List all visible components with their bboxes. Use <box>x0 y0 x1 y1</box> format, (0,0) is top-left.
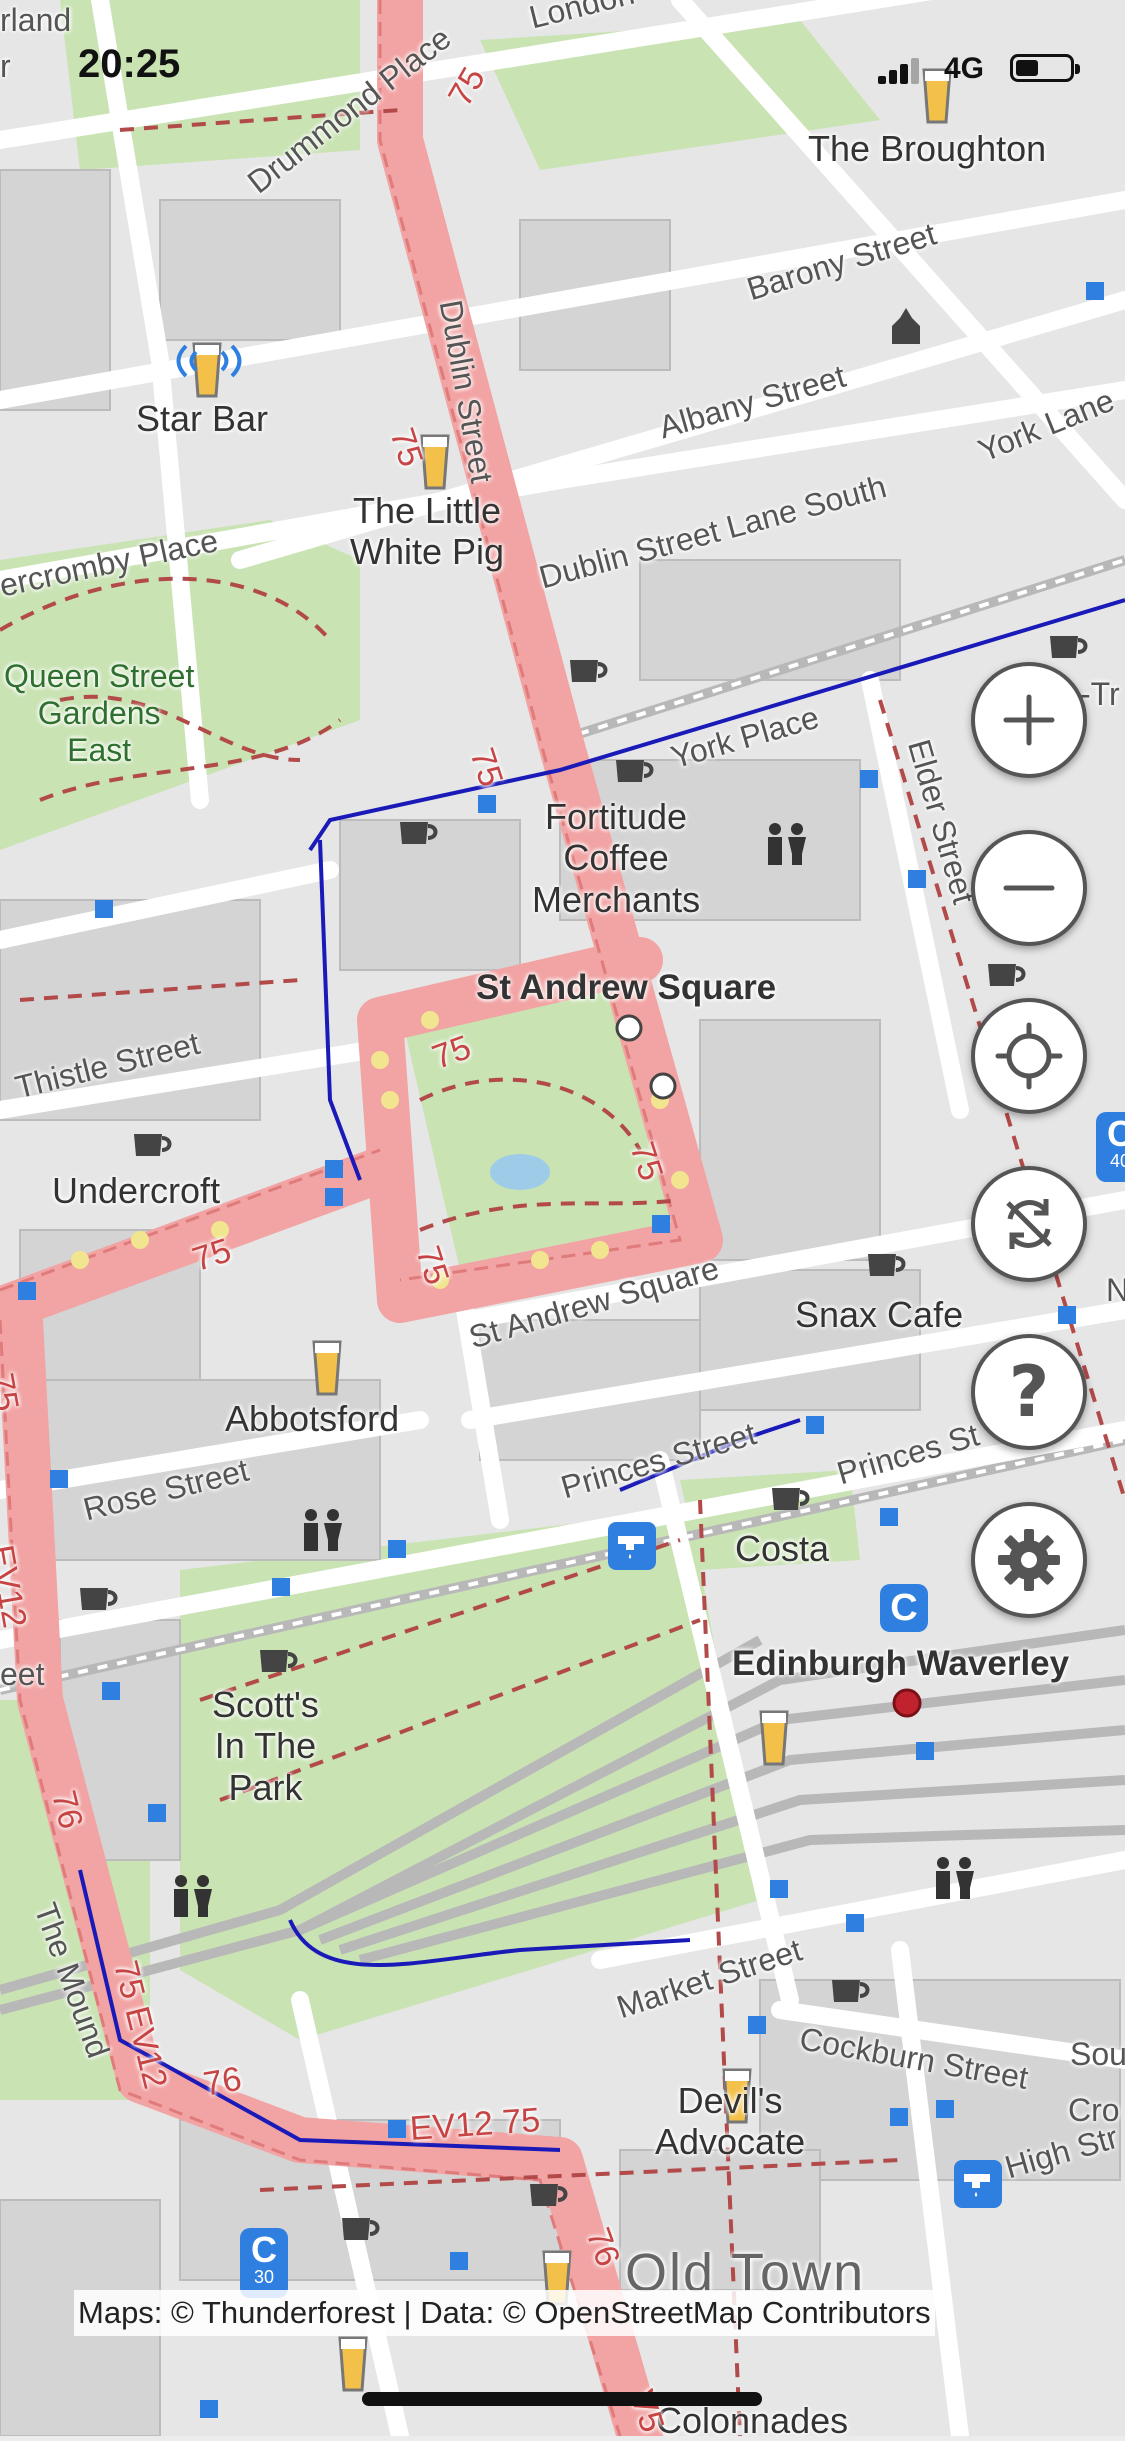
drinking-water-icon[interactable] <box>608 1522 656 1575</box>
cafe-icon[interactable] <box>132 1130 172 1165</box>
locate-button[interactable] <box>971 998 1087 1114</box>
place-label-the-broughton[interactable]: The Broughton <box>808 128 1046 169</box>
pub-icon[interactable] <box>336 2336 370 2397</box>
cafe-icon[interactable] <box>866 1250 906 1285</box>
bus-badge-letter: C <box>1107 1113 1125 1154</box>
cafe-icon[interactable] <box>78 1584 118 1619</box>
cafe-icon[interactable] <box>568 656 608 691</box>
locate-icon <box>995 1022 1063 1090</box>
network-type: 4G <box>944 52 985 85</box>
place-label-little-white-pig[interactable]: The Little White Pig <box>350 490 504 573</box>
street-label: Cro <box>1068 2092 1120 2128</box>
place-label-edinburgh-waverley[interactable]: Edinburgh Waverley <box>732 1644 1069 1684</box>
drinking-water-icon[interactable] <box>954 2160 1002 2213</box>
street-label: eet <box>0 1656 45 1692</box>
bus-badge-letter: C <box>251 2229 277 2270</box>
bus-badge-number: 40 <box>1109 1151 1125 1171</box>
signal-icon <box>878 58 919 84</box>
place-label-costa[interactable]: Costa <box>735 1528 829 1569</box>
place-label-fortitude[interactable]: Fortitude Coffee Merchants <box>532 796 700 920</box>
place-label-abbotsford[interactable]: Abbotsford <box>225 1398 399 1439</box>
cafe-icon[interactable] <box>614 756 654 791</box>
cafe-icon[interactable] <box>528 2180 568 2215</box>
station-marker[interactable] <box>649 1072 677 1100</box>
toilets-icon[interactable] <box>764 822 808 871</box>
gear-icon <box>998 1529 1060 1591</box>
settings-button[interactable] <box>971 1502 1087 1618</box>
bus-badge-number: 30 <box>253 2267 275 2287</box>
place-label-colonnades[interactable]: Colonnades <box>656 2400 848 2441</box>
cafe-icon[interactable] <box>830 1976 870 2011</box>
bus-badge[interactable]: C <box>880 1584 928 1632</box>
toilets-icon[interactable] <box>300 1508 344 1557</box>
place-label-snax-cafe[interactable]: Snax Cafe <box>795 1294 963 1335</box>
plus-icon <box>1003 694 1055 746</box>
map-attribution[interactable]: Maps: © Thunderforest | Data: © OpenStre… <box>74 2290 935 2336</box>
pond <box>490 1154 550 1190</box>
place-label-devils-advocate[interactable]: Devil's Advocate <box>655 2080 805 2163</box>
help-button[interactable]: ? <box>971 1334 1087 1450</box>
bus-badge-30[interactable]: C 30 <box>240 2228 288 2298</box>
home-indicator[interactable] <box>362 2392 762 2406</box>
place-label-star-bar[interactable]: Star Bar <box>136 398 268 439</box>
cafe-icon[interactable] <box>340 2214 380 2249</box>
pub-icon[interactable] <box>310 1340 344 1401</box>
zoom-out-button[interactable] <box>971 830 1087 946</box>
cafe-icon[interactable] <box>258 1646 298 1681</box>
bus-badge-40[interactable]: C40 <box>1096 1112 1125 1182</box>
monument-icon <box>886 306 926 351</box>
park-label-queen-street-gardens: Queen Street Gardens East <box>4 658 195 768</box>
cafe-icon[interactable] <box>986 960 1026 995</box>
cafe-icon[interactable] <box>1048 632 1088 667</box>
zoom-in-button[interactable] <box>971 662 1087 778</box>
help-label: ? <box>1008 1351 1050 1433</box>
street-label: Sou <box>1070 2036 1125 2072</box>
rotation-lock-button[interactable] <box>971 1166 1087 1282</box>
toilets-icon[interactable] <box>932 1856 976 1905</box>
status-time: 20:25 <box>78 42 181 86</box>
route-label: 76 <box>200 2059 245 2104</box>
cafe-icon[interactable] <box>770 1484 810 1519</box>
rotate-lock-icon <box>1006 1199 1052 1249</box>
place-label-st-andrew-square[interactable]: St Andrew Square <box>476 968 776 1008</box>
street-label: N <box>1106 1272 1125 1308</box>
cafe-icon[interactable] <box>398 818 438 853</box>
rail-station-marker[interactable] <box>892 1688 922 1718</box>
minus-icon <box>1003 885 1055 891</box>
pub-icon[interactable] <box>757 1710 791 1771</box>
street-label: rland <box>0 2 72 38</box>
toilets-icon[interactable] <box>170 1874 214 1923</box>
place-label-scotts-in-the-park[interactable]: Scott's In The Park <box>212 1684 319 1808</box>
street-label: -Tr <box>1080 676 1120 712</box>
station-marker[interactable] <box>615 1014 643 1042</box>
place-label-undercroft[interactable]: Undercroft <box>52 1170 220 1211</box>
music-venue-icon <box>174 336 244 391</box>
street-label: r <box>0 48 11 84</box>
battery-icon <box>1010 54 1080 82</box>
